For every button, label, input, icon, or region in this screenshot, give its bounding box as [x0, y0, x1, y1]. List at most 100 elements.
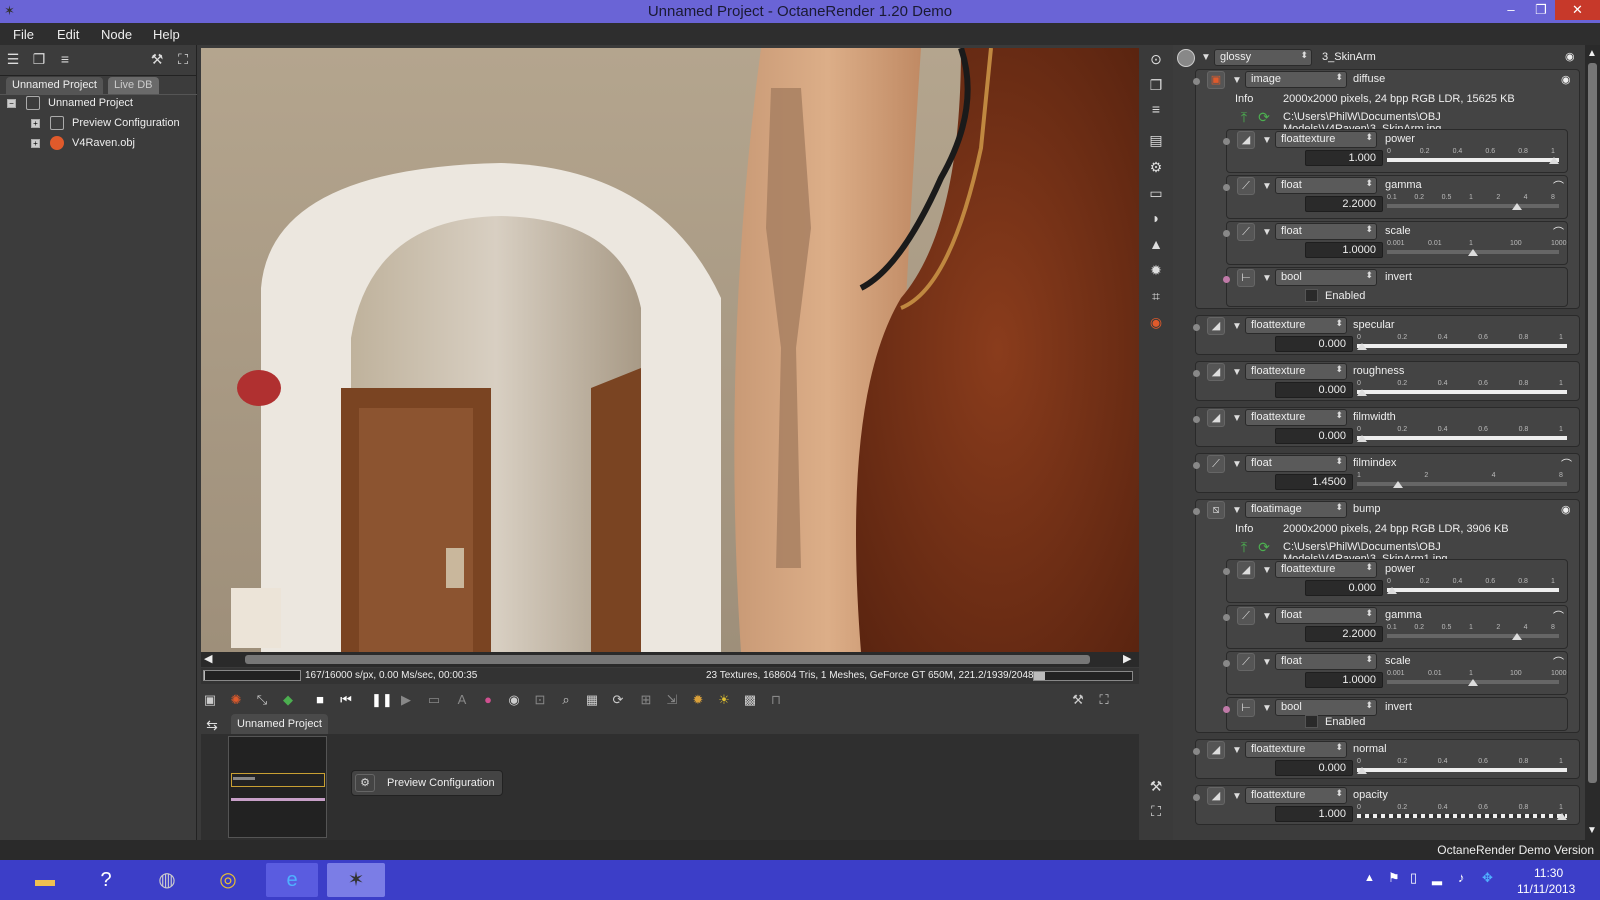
normal-type-select[interactable]: floattexture ⬍: [1245, 741, 1347, 758]
scale-slider[interactable]: 0.001 0.01 1 100 1000: [1387, 240, 1567, 256]
material-picker-icon[interactable]: ◉: [505, 691, 523, 709]
scroll-down-icon[interactable]: ▼: [1587, 825, 1597, 836]
restore-button[interactable]: ❐: [1526, 0, 1556, 20]
power-type-select[interactable]: floattexture ⬍: [1275, 131, 1377, 148]
load-image-icon[interactable]: ⤒: [1235, 538, 1253, 556]
visibility-eye-icon[interactable]: ◉: [1561, 503, 1571, 516]
scale-value-field[interactable]: 1.0000: [1305, 242, 1383, 258]
tree-item-preview-config[interactable]: Preview Configuration: [72, 117, 180, 129]
pin-dot[interactable]: [1193, 324, 1200, 331]
scroll-thumb[interactable]: [245, 655, 1090, 664]
image-icon[interactable]: ▤: [1147, 131, 1165, 149]
chrome-icon[interactable]: ◎: [210, 863, 246, 897]
pin-dot[interactable]: [1193, 416, 1200, 423]
pin-dot[interactable]: [1193, 508, 1200, 515]
restart-icon[interactable]: ⏮: [337, 691, 355, 709]
gamma-type-select[interactable]: float ⬍: [1275, 177, 1377, 194]
volume-icon[interactable]: ♪: [1458, 870, 1465, 885]
material-type-select[interactable]: glossy ⬍: [1214, 49, 1312, 66]
swap-icon[interactable]: ⇆: [203, 716, 221, 734]
inspector-vertical-scrollbar[interactable]: ▲ ▼: [1585, 45, 1600, 840]
layers-icon[interactable]: ❐: [1147, 76, 1165, 94]
curve-icon[interactable]: ⌒: [1553, 224, 1564, 240]
expand-icon[interactable]: +: [31, 119, 40, 128]
sunlight-icon[interactable]: ✹: [1147, 261, 1165, 279]
curve-icon[interactable]: ⌒: [1553, 654, 1564, 670]
bump-type-select[interactable]: floatimage ⬍: [1245, 501, 1347, 518]
gamma-value-field[interactable]: 2.2000: [1305, 196, 1383, 212]
pause-icon[interactable]: ❚❚: [371, 691, 393, 709]
lock-closed-icon[interactable]: ⊓: [767, 691, 785, 709]
specular-slider[interactable]: 0 0.2 0.4 0.6 0.8 1: [1357, 334, 1567, 350]
pin-icon[interactable]: ⊞: [637, 691, 655, 709]
slider-thumb[interactable]: [1549, 157, 1559, 164]
pin-dot[interactable]: [1193, 462, 1200, 469]
invert-checkbox[interactable]: [1305, 289, 1318, 302]
power-type-select[interactable]: floattexture ⬍: [1275, 561, 1377, 578]
pin-dot[interactable]: [1223, 138, 1230, 145]
material-icon[interactable]: ◉: [1147, 313, 1165, 331]
collapse-triangle-icon[interactable]: ▼: [1262, 611, 1272, 622]
specular-type-select[interactable]: floattexture ⬍: [1245, 317, 1347, 334]
gamma-value-field[interactable]: 2.2000: [1305, 626, 1383, 642]
pin-dot[interactable]: [1193, 78, 1200, 85]
pin-dot[interactable]: [1223, 706, 1230, 713]
collapse-triangle-icon[interactable]: ▼: [1262, 565, 1272, 576]
power-slider[interactable]: 0 0.2 0.4 0.6 0.8 1: [1387, 148, 1559, 164]
help-icon[interactable]: ?: [88, 863, 124, 897]
slider-thumb[interactable]: [1511, 633, 1522, 640]
texture-icon[interactable]: ▲: [1147, 235, 1165, 253]
environment-icon[interactable]: ▭: [1147, 184, 1165, 202]
af-icon[interactable]: A: [453, 691, 471, 709]
wrench-icon[interactable]: ⚒: [148, 50, 166, 68]
slider-thumb[interactable]: [1357, 435, 1367, 442]
load-image-icon[interactable]: ⤒: [1235, 108, 1253, 126]
scroll-up-icon[interactable]: ▲: [1587, 48, 1597, 59]
outline-icon[interactable]: ☰: [4, 50, 22, 68]
lock-icon[interactable]: ⟳: [609, 691, 627, 709]
camera-icon[interactable]: ⊡: [531, 691, 549, 709]
reload-icon[interactable]: ⟳: [1255, 538, 1273, 556]
collapse-triangle-icon[interactable]: ▼: [1232, 367, 1242, 378]
scale-slider[interactable]: 0.001 0.01 1 100 1000: [1387, 670, 1567, 686]
tree-item-mesh[interactable]: V4Raven.obj: [72, 137, 135, 149]
slider-thumb[interactable]: [1357, 343, 1367, 350]
tab-node-graph[interactable]: Unnamed Project: [231, 714, 328, 734]
pin-dot[interactable]: [1223, 568, 1230, 575]
clock-date[interactable]: 11/11/2013: [1517, 882, 1575, 896]
invert-checkbox[interactable]: [1305, 715, 1318, 728]
file-explorer-icon[interactable]: ▬: [27, 863, 63, 897]
pin-dot[interactable]: [1193, 370, 1200, 377]
slider-thumb[interactable]: [1357, 767, 1367, 774]
filmindex-type-select[interactable]: float ⬍: [1245, 455, 1347, 472]
region-icon[interactable]: ⤡: [253, 691, 271, 709]
list-icon[interactable]: ≡: [1147, 100, 1165, 118]
clock-time[interactable]: 11:30: [1534, 866, 1563, 880]
grid-icon[interactable]: ▦: [583, 691, 601, 709]
menu-node[interactable]: Node: [101, 27, 132, 42]
collapse-icon[interactable]: −: [7, 99, 16, 108]
power-value-field[interactable]: 1.000: [1305, 150, 1383, 166]
power-slider[interactable]: 0 0.2 0.4 0.6 0.8 1: [1387, 578, 1559, 594]
normal-slider[interactable]: 0 0.2 0.4 0.6 0.8 1: [1357, 758, 1567, 774]
octane-taskbar-icon[interactable]: ✶: [327, 863, 385, 897]
minimize-button[interactable]: –: [1496, 0, 1526, 20]
flag-icon[interactable]: ⚑: [1388, 870, 1400, 886]
pin-dot[interactable]: [1193, 794, 1200, 801]
slider-thumb[interactable]: [1387, 587, 1397, 594]
scale-type-select[interactable]: float ⬍: [1275, 653, 1377, 670]
filmindex-value-field[interactable]: 1.4500: [1275, 474, 1353, 490]
picker-icon[interactable]: ▭: [425, 691, 443, 709]
sun-icon[interactable]: ☀: [715, 691, 733, 709]
filmindex-slider[interactable]: 1 2 4 8: [1357, 472, 1567, 488]
layers-icon[interactable]: ❐: [30, 50, 48, 68]
globe-app-icon[interactable]: ◍: [149, 863, 185, 897]
close-button[interactable]: ✕: [1555, 0, 1600, 20]
graph-minimap[interactable]: [228, 736, 327, 838]
pin-dot[interactable]: [1223, 184, 1230, 191]
curve-icon[interactable]: ⌒: [1553, 178, 1564, 194]
curve-icon[interactable]: ⌒: [1561, 456, 1572, 472]
expand-icon[interactable]: +: [31, 139, 40, 148]
pin-dot[interactable]: [1193, 748, 1200, 755]
normal-value-field[interactable]: 0.000: [1275, 760, 1353, 776]
